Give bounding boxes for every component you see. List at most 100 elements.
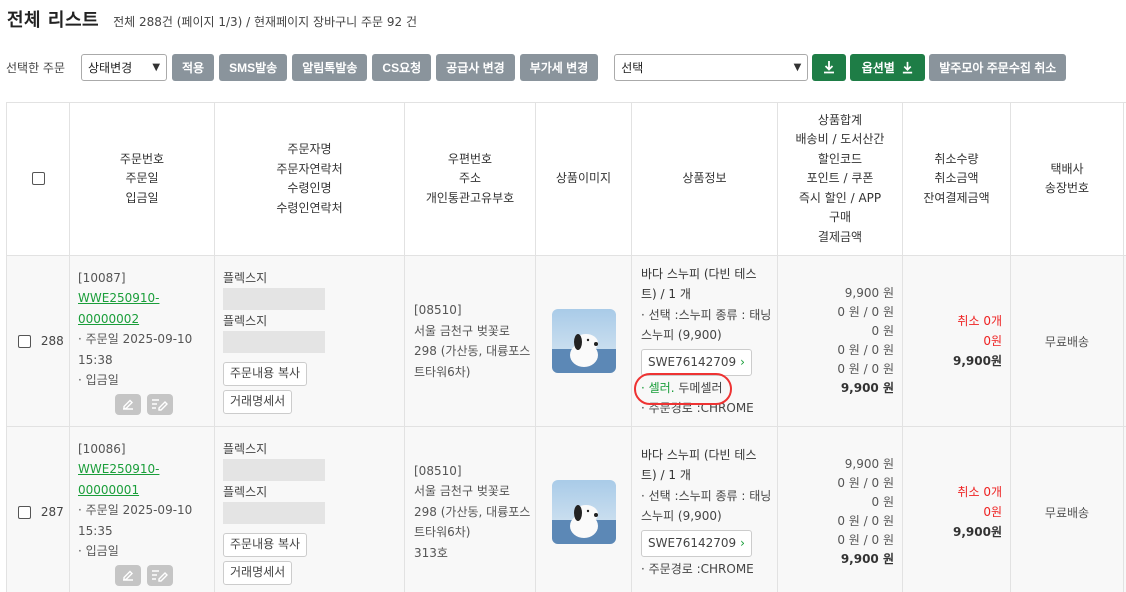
chevron-right-icon: › <box>740 536 745 550</box>
masked-orderer-phone <box>223 458 325 481</box>
select-all-checkbox[interactable] <box>31 172 45 186</box>
option-select[interactable]: 선택 ▼ <box>614 53 809 81</box>
order-id: [10086] <box>78 441 126 456</box>
cancel-cell: 취소 0개 0원 9,900원 <box>902 255 1011 427</box>
download-icon <box>824 61 835 74</box>
cancel-quantity: 취소 0개 <box>957 485 1002 499</box>
vat-change-button[interactable]: 부가세 변경 <box>519 53 599 81</box>
memo-button[interactable] <box>147 564 173 586</box>
payment-amount: 9,900 원 <box>840 381 894 395</box>
address-cell: [08510] 서울 금천구 벚꽃로 298 (가산동, 대륭포스 트타워6차) <box>404 255 536 427</box>
orderer-cell: 플렉스지 플렉스지 주문내용 복사 거래명세서 <box>214 255 405 427</box>
supplier-change-button[interactable]: 공급사 변경 <box>436 53 515 81</box>
row-select-cell: 288 <box>6 255 70 427</box>
order-number-link[interactable]: WWE250910- <box>78 462 159 476</box>
product-info-cell: 바다 스누피 (다빈 테스 트) / 1 개 · 선택 :스누피 종류 : 태닝… <box>631 255 778 427</box>
alimtalk-send-button[interactable]: 알림톡발송 <box>292 53 368 81</box>
product-image-cell <box>535 426 632 592</box>
remaining-amount: 9,900원 <box>953 354 1002 368</box>
order-date: · 주문일 2025-09-10 <box>78 503 193 517</box>
col-product: 상품정보 <box>631 102 778 256</box>
shipping-cell: 무료배송 <box>1010 255 1124 427</box>
order-time: 15:35 <box>78 523 113 538</box>
page-title: 전체 리스트 <box>7 10 100 31</box>
copy-order-button[interactable]: 주문내용 복사 <box>223 361 308 386</box>
order-date: · 주문일 2025-09-10 <box>78 332 193 346</box>
masked-orderer-phone <box>223 287 325 310</box>
order-table: 주문번호 주문일 입금일 주문자명 주문자연락처 수령인명 수령인연락처 우편번… <box>6 102 1126 592</box>
table-row: 288 [10087] WWE250910- 00000002 · 주문일 20… <box>6 255 1126 427</box>
cancel-cell: 취소 0개 0원 9,900원 <box>902 426 1011 592</box>
remaining-amount: 9,900원 <box>953 525 1002 539</box>
product-info-cell: 바다 스누피 (다빈 테스 트) / 1 개 · 선택 :스누피 종류 : 태닝… <box>631 426 778 592</box>
page-header: 전체 리스트 전체 288건 (페이지 1/3) / 현재페이지 장바구니 주문… <box>7 6 417 32</box>
col-orderer: 주문자명 주문자연락처 수령인명 수령인연락처 <box>214 102 405 256</box>
payment-amount: 9,900 원 <box>840 552 894 566</box>
cancel-amount: 0원 <box>983 334 1002 348</box>
masked-receiver-phone <box>223 330 325 353</box>
statement-button[interactable]: 거래명세서 <box>223 389 293 414</box>
paid-date: · 입금일 <box>78 373 119 387</box>
paid-date: · 입금일 <box>78 544 119 558</box>
bulk-action-toolbar: 선택한 주문 상태변경 ▼ 적용 SMS발송 알림톡발송 CS요청 공급사 변경 … <box>6 52 1121 82</box>
orderer-name: 플렉스지 <box>223 270 268 285</box>
order-route: · 주문경로 :CHROME <box>641 561 754 576</box>
order-number-link-cont[interactable]: 00000002 <box>78 312 139 326</box>
orderer-name: 플렉스지 <box>223 441 268 456</box>
sms-send-button[interactable]: SMS발송 <box>219 53 288 81</box>
row-select-cell: 287 <box>6 426 70 592</box>
amount-cell: 9,900 원 0 원 / 0 원 0 원 0 원 / 0 원 0 원 / 0 … <box>777 426 903 592</box>
col-amount: 상품합계 배송비 / 도서산간 할인코드 포인트 / 쿠폰 즉시 할인 / AP… <box>777 102 903 256</box>
edit-button[interactable] <box>115 564 141 586</box>
masked-receiver-phone <box>223 501 325 524</box>
memo-edit-icon <box>152 570 168 582</box>
receiver-name: 플렉스지 <box>223 484 268 499</box>
receiver-name: 플렉스지 <box>223 313 268 328</box>
selected-orders-label: 선택한 주문 <box>6 60 66 75</box>
highlight-annotation <box>634 373 732 405</box>
cancel-amount: 0원 <box>983 505 1002 519</box>
cancel-order-collect-button[interactable]: 발주모아 주문수집 취소 <box>929 53 1067 81</box>
col-ship: 택배사 송장번호 <box>1010 102 1124 256</box>
product-thumbnail[interactable] <box>551 480 616 544</box>
cs-request-button[interactable]: CS요청 <box>372 53 432 81</box>
row-number: 287 <box>40 505 64 519</box>
col-cancel: 취소수량 취소금액 잔여결제금액 <box>902 102 1011 256</box>
statement-button[interactable]: 거래명세서 <box>223 560 293 585</box>
order-id: [10087] <box>78 270 126 285</box>
address-cell: [08510] 서울 금천구 벚꽃로 298 (가산동, 대륭포스 트타워6차)… <box>404 426 536 592</box>
edit-button[interactable] <box>115 393 141 415</box>
order-number-link-cont[interactable]: 00000001 <box>78 483 139 497</box>
download-by-option-button[interactable]: 옵션별 <box>850 53 926 81</box>
product-thumbnail[interactable] <box>551 309 616 373</box>
product-option: · 선택 :스누피 종류 : 태닝 <box>641 488 772 503</box>
pencil-icon <box>123 570 133 581</box>
cancel-quantity: 취소 0개 <box>957 314 1002 328</box>
table-row: 287 [10086] WWE250910- 00000001 · 주문일 20… <box>6 426 1126 592</box>
chevron-down-icon: ▼ <box>152 61 161 73</box>
chevron-down-icon: ▼ <box>793 61 802 73</box>
apply-button[interactable]: 적용 <box>172 53 215 81</box>
memo-button[interactable] <box>147 393 173 415</box>
download-icon <box>902 61 912 73</box>
orderer-cell: 플렉스지 플렉스지 주문내용 복사 거래명세서 <box>214 426 405 592</box>
order-number-link[interactable]: WWE250910- <box>78 291 159 305</box>
chevron-right-icon: › <box>740 354 745 369</box>
product-option: · 선택 :스누피 종류 : 태닝 <box>641 307 772 322</box>
zip-code: [08510] <box>414 463 462 478</box>
product-name: 바다 스누피 (다빈 테스 <box>641 266 757 281</box>
select-all-cell <box>6 102 70 256</box>
download-button[interactable] <box>812 53 847 81</box>
row-checkbox[interactable] <box>18 506 31 519</box>
status-change-select[interactable]: 상태변경 ▼ <box>81 53 168 81</box>
product-image-cell <box>535 255 632 427</box>
copy-order-button[interactable]: 주문내용 복사 <box>223 532 308 557</box>
product-code-button[interactable]: SWE76142709 › <box>641 529 752 557</box>
memo-edit-icon <box>152 399 168 411</box>
product-name: 바다 스누피 (다빈 테스 <box>641 447 757 462</box>
row-checkbox[interactable] <box>18 335 31 348</box>
order-time: 15:38 <box>78 352 113 367</box>
product-code-button[interactable]: SWE76142709 › <box>641 348 752 376</box>
col-order: 주문번호 주문일 입금일 <box>69 102 215 256</box>
list-summary: 전체 288건 (페이지 1/3) / 현재페이지 장바구니 주문 92 건 <box>113 15 418 29</box>
